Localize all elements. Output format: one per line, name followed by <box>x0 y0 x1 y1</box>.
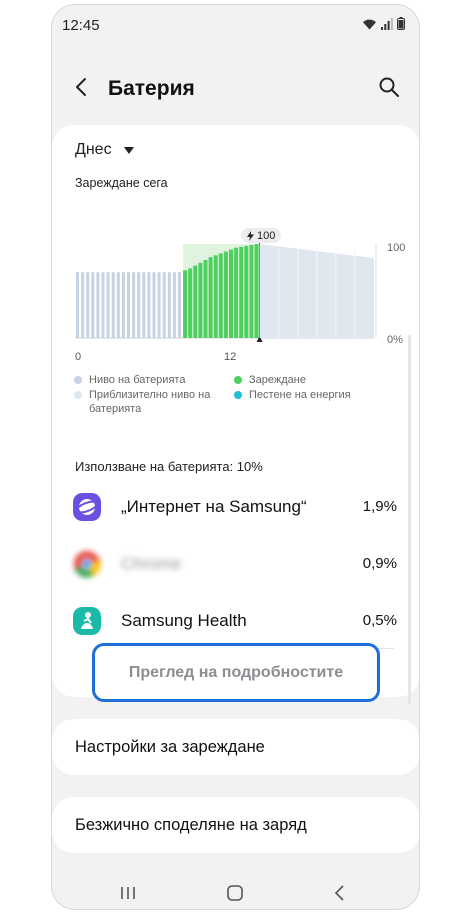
charging-bar <box>183 270 188 338</box>
charge-badge-value: 100 <box>257 229 276 242</box>
charging-bar <box>239 246 244 338</box>
battery-level-bar <box>96 272 100 338</box>
y-tick-label: 0% <box>387 334 403 346</box>
charging-settings-item[interactable]: Настройки за зареждане <box>52 719 419 775</box>
app-name: Samsung Health <box>121 611 247 630</box>
battery-card: Днес Зареждане сега 100 100 0% 0 12 Ниво… <box>52 125 419 702</box>
app-bar: Батерия <box>52 65 419 109</box>
legend-item: Пестене на енергия <box>234 388 351 402</box>
samsung-internet-icon <box>73 493 101 521</box>
charging-bar <box>213 255 218 338</box>
legend-dot <box>74 391 82 399</box>
battery-usage-label: Използване на батерията: 10% <box>75 459 263 474</box>
battery-level-bar <box>76 272 79 338</box>
charging-bar <box>198 262 203 338</box>
battery-level-bar <box>162 272 166 338</box>
battery-level-bar <box>142 272 146 338</box>
chrome-icon <box>74 551 101 578</box>
legend-item: Приблизително ниво на батерията <box>74 388 229 416</box>
period-dropdown[interactable]: Днес <box>75 141 134 159</box>
charge-badge: 100 <box>241 228 282 243</box>
charging-bar <box>254 244 259 338</box>
battery-level-bar <box>137 272 141 338</box>
navigation-bar <box>52 871 419 909</box>
legend-dot <box>234 376 242 384</box>
x-tick-label: 12 <box>224 351 237 363</box>
legend-label: Пестене на енергия <box>249 389 351 401</box>
charging-bar <box>193 265 198 338</box>
battery-level-bar <box>121 272 125 338</box>
charging-bar <box>218 253 223 338</box>
app-name: Chrome <box>121 554 182 573</box>
battery-level-bar <box>152 272 156 338</box>
lightning-icon <box>247 230 254 241</box>
home-icon[interactable] <box>223 881 247 905</box>
app-percent: 1,9% <box>362 498 397 515</box>
charging-bar <box>223 251 228 338</box>
battery-level-bar <box>127 272 130 338</box>
scrollbar[interactable] <box>408 335 411 705</box>
y-tick-label: 100 <box>387 242 406 254</box>
battery-level-bar <box>86 272 90 338</box>
app-usage-row[interactable]: Chrome 0,9% <box>52 544 419 584</box>
battery-icon <box>397 17 405 30</box>
period-label: Днес <box>75 141 112 158</box>
signal-icon <box>381 18 393 30</box>
charging-bar <box>208 257 213 338</box>
samsung-health-icon <box>73 607 101 635</box>
search-icon[interactable] <box>377 75 401 99</box>
back-arrow-icon[interactable] <box>70 75 94 99</box>
wireless-share-label: Безжично споделяне на заряд <box>75 816 307 834</box>
legend-dot <box>74 376 82 384</box>
battery-level-bar <box>157 272 161 338</box>
wireless-share-item[interactable]: Безжично споделяне на заряд <box>52 797 419 853</box>
battery-level-bar <box>167 272 171 338</box>
phone-screen: 12:45 Батерия Днес Зареждане сега 100 10… <box>51 4 420 910</box>
battery-level-bar <box>132 272 136 338</box>
legend-label: Зареждане <box>249 374 306 386</box>
x-tick-label: 0 <box>75 351 82 363</box>
legend-dot <box>234 391 242 399</box>
charging-bar <box>203 259 208 338</box>
status-bar: 12:45 <box>52 5 419 41</box>
charging-bar <box>188 268 193 338</box>
legend-label: Ниво на батерията <box>89 374 186 386</box>
charging-now-label: Зареждане сега <box>75 176 168 190</box>
status-time: 12:45 <box>62 17 100 34</box>
charging-bar <box>244 245 249 338</box>
legend-label: Приблизително ниво на батерията <box>89 389 211 415</box>
wifi-icon <box>363 19 376 30</box>
battery-level-bar <box>111 272 115 338</box>
app-usage-row[interactable]: Samsung Health 0,5% <box>52 601 419 641</box>
chart-plot <box>75 240 377 342</box>
back-nav-icon[interactable] <box>328 881 352 905</box>
charging-bar <box>249 244 254 338</box>
battery-chart: 100 100 0% 0 12 <box>52 220 419 365</box>
view-details-button[interactable]: Преглед на подробностите <box>92 643 380 702</box>
charging-settings-label: Настройки за зареждане <box>75 738 265 756</box>
battery-level-bar <box>116 272 120 338</box>
recent-apps-icon[interactable] <box>116 881 140 905</box>
legend-item: Ниво на батерията <box>74 373 185 387</box>
legend-item: Зареждане <box>234 373 306 387</box>
app-percent: 0,9% <box>362 555 397 572</box>
battery-level-bar <box>91 272 95 338</box>
battery-level-bar <box>172 272 176 338</box>
app-name: „Интернет на Samsung“ <box>121 497 307 516</box>
battery-level-bar <box>147 272 151 338</box>
battery-level-bar <box>106 272 110 338</box>
battery-level-bar <box>178 272 181 338</box>
app-usage-row[interactable]: „Интернет на Samsung“ 1,9% <box>52 487 419 527</box>
battery-level-bar <box>101 272 105 338</box>
caret-down-icon <box>123 146 134 154</box>
status-icons <box>362 17 405 30</box>
page-title: Батерия <box>108 77 195 100</box>
charging-bar <box>234 247 239 338</box>
battery-level-bar <box>81 272 85 338</box>
charging-bar <box>229 249 233 338</box>
app-percent: 0,5% <box>362 612 397 629</box>
